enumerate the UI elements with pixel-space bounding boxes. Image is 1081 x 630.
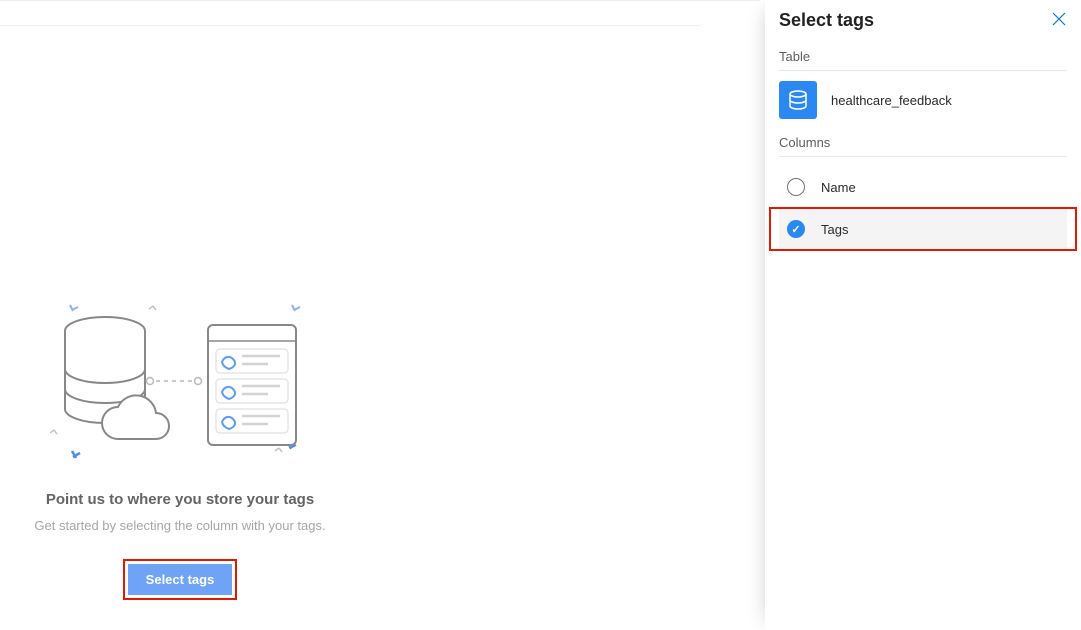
table-row[interactable]: healthcare_feedback xyxy=(779,81,1067,119)
radio-checked-icon xyxy=(787,220,805,238)
column-option-tags[interactable]: Tags xyxy=(779,209,1067,249)
select-tags-button[interactable]: Select tags xyxy=(128,564,233,595)
column-option-name[interactable]: Name xyxy=(779,167,1067,207)
columns-section-label: Columns xyxy=(779,135,1067,150)
columns-section: Columns Name Tags xyxy=(779,135,1067,251)
table-section-label: Table xyxy=(779,49,1067,64)
panel-header: Select tags xyxy=(779,10,1067,31)
select-tags-panel: Select tags Table healthcare_feedback Co… xyxy=(765,0,1081,630)
column-label: Tags xyxy=(821,222,848,237)
empty-state-subtitle: Get started by selecting the column with… xyxy=(20,518,340,533)
column-option-tags-highlight: Tags xyxy=(769,207,1077,251)
close-icon[interactable] xyxy=(1051,11,1067,30)
empty-state-title: Point us to where you store your tags xyxy=(20,491,340,508)
column-label: Name xyxy=(821,180,856,195)
main-content: Point us to where you store your tags Ge… xyxy=(0,0,760,630)
radio-unchecked-icon xyxy=(787,178,805,196)
table-name: healthcare_feedback xyxy=(831,93,952,108)
divider xyxy=(779,156,1067,157)
divider xyxy=(779,70,1067,71)
empty-state: Point us to where you store your tags Ge… xyxy=(20,301,340,600)
select-tags-button-highlight: Select tags xyxy=(123,559,238,600)
database-icon xyxy=(779,81,817,119)
panel-title: Select tags xyxy=(779,10,874,31)
top-divider xyxy=(0,25,700,26)
tags-illustration xyxy=(50,301,310,461)
